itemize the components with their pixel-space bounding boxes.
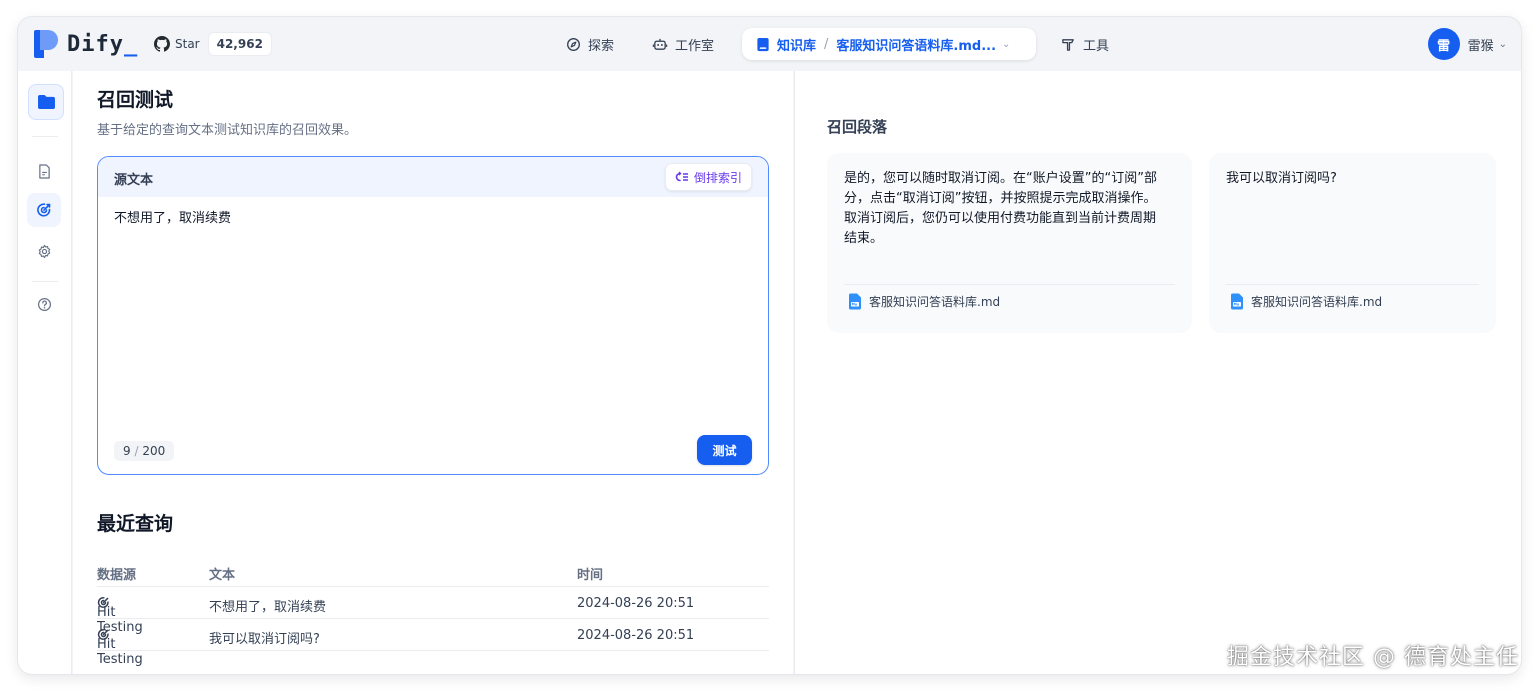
hit-testing-panel: 召回测试 基于给定的查询文本测试知识库的召回效果。 源文本 倒排索引 不想用了，… xyxy=(73,71,793,674)
sidebar-item-help[interactable] xyxy=(27,287,61,321)
query-textarea[interactable]: 不想用了，取消续费 xyxy=(114,207,231,226)
user-name: 雷猴 xyxy=(1467,38,1494,54)
github-icon xyxy=(154,36,170,52)
chevron-down-icon: ⌄ xyxy=(1498,38,1507,50)
sidebar-item-settings[interactable] xyxy=(27,234,61,268)
sidebar-divider xyxy=(32,136,58,137)
nav-studio[interactable]: 工作室 xyxy=(652,28,714,60)
sidebar-divider xyxy=(32,281,58,282)
top-nav: Dify_ Star 42,962 探索 工作室 知识库 / 客服知识问答语料库… xyxy=(18,17,1521,71)
test-button[interactable]: 测试 xyxy=(697,435,752,465)
page-description: 基于给定的查询文本测试知识库的召回效果。 xyxy=(97,123,358,138)
row-source: Hit Testing xyxy=(97,637,143,667)
github-star-button[interactable]: Star xyxy=(154,36,200,52)
chevron-down-icon[interactable]: ⌄ xyxy=(1002,39,1010,50)
help-circle-icon xyxy=(37,297,51,311)
source-text-label: 源文本 xyxy=(114,173,154,188)
dataset-sidebar xyxy=(18,71,72,674)
inverted-index-icon xyxy=(675,171,688,182)
retrieval-method-button[interactable]: 倒排索引 xyxy=(664,163,752,191)
source-text-box: 源文本 倒排索引 不想用了，取消续费 9 / 200 测试 xyxy=(97,156,769,475)
results-title: 召回段落 xyxy=(827,118,888,136)
char-counter: 9 / 200 xyxy=(114,441,175,461)
app-name: Dify xyxy=(67,31,124,57)
column-header-text: 文本 xyxy=(209,568,236,583)
char-count: 9 xyxy=(123,444,131,458)
robot-icon xyxy=(652,38,668,50)
dataset-folder-button[interactable] xyxy=(28,84,64,120)
page-title: 召回测试 xyxy=(97,89,174,111)
gear-icon xyxy=(38,244,50,258)
row-text: 不想用了，取消续费 xyxy=(209,600,327,615)
retrieval-method-label: 倒排索引 xyxy=(693,170,742,185)
column-header-time: 时间 xyxy=(577,568,604,583)
sidebar-item-hit-testing[interactable] xyxy=(27,193,61,227)
card-divider xyxy=(844,284,1175,285)
avatar: 雷 xyxy=(1427,28,1460,60)
column-header-source: 数据源 xyxy=(97,568,137,583)
table-header: 数据源 文本 时间 xyxy=(97,555,769,587)
user-menu[interactable]: 雷 雷猴 ⌄ xyxy=(1427,28,1507,60)
results-panel: 召回段落 是的，您可以随时取消订阅。在“账户设置”的“订阅”部分，点击“取消订阅… xyxy=(794,71,1521,674)
book-icon xyxy=(757,37,769,51)
document-icon xyxy=(38,163,50,179)
result-document-name: 客服知识问答语料库.md xyxy=(1251,295,1383,309)
compass-icon xyxy=(567,37,580,51)
nav-knowledge[interactable]: 知识库 / 客服知识问答语料库.md... ⌄ xyxy=(742,28,1036,60)
card-divider xyxy=(1226,284,1479,285)
nav-knowledge-label: 知识库 xyxy=(777,38,817,54)
breadcrumb-separator: / xyxy=(824,36,829,52)
char-limit: 200 xyxy=(142,444,166,458)
result-document-name: 客服知识问答语料库.md xyxy=(869,295,1001,309)
sidebar-item-documents[interactable] xyxy=(27,154,61,188)
recent-queries-table: 数据源 文本 时间 Hit Testing 不想用了，取消续费 2024-08-… xyxy=(97,555,769,667)
result-content: 是的，您可以随时取消订阅。在“账户设置”的“订阅”部分，点击“取消订阅”按钮，并… xyxy=(844,171,1157,246)
nav-tools[interactable]: 工具 xyxy=(1061,28,1109,60)
hammer-icon xyxy=(1062,38,1074,51)
dify-logo[interactable]: Dify_ xyxy=(34,29,138,59)
source-text-header: 源文本 倒排索引 xyxy=(98,157,768,197)
nav-studio-label: 工作室 xyxy=(675,38,715,54)
github-star[interactable]: Star 42,962 xyxy=(154,31,272,57)
current-dataset-name[interactable]: 客服知识问答语料库.md... xyxy=(836,35,996,54)
table-row[interactable]: Hit Testing 我可以取消订阅吗? 2024-08-26 20:51 xyxy=(97,619,769,667)
dify-logo-icon xyxy=(34,30,58,58)
watermark: 掘金技术社区 @ 德育处主任 xyxy=(1227,645,1519,670)
recent-queries-title: 最近查询 xyxy=(97,513,174,535)
result-card[interactable]: 我可以取消订阅吗? 客服知识问答语料库.md xyxy=(1209,153,1496,333)
table-row[interactable]: Hit Testing 不想用了，取消续费 2024-08-26 20:51 xyxy=(97,587,769,635)
result-document: 客服知识问答语料库.md xyxy=(848,293,1000,310)
result-card[interactable]: 是的，您可以随时取消订阅。在“账户设置”的“订阅”部分，点击“取消订阅”按钮，并… xyxy=(827,153,1192,333)
folder-icon xyxy=(37,94,55,110)
target-icon xyxy=(37,203,51,217)
row-time: 2024-08-26 20:51 xyxy=(577,596,695,611)
app-window: Dify_ Star 42,962 探索 工作室 知识库 / 客服知识问答语料库… xyxy=(18,17,1521,674)
result-content: 我可以取消订阅吗? xyxy=(1226,171,1337,186)
markdown-file-icon xyxy=(1231,293,1243,310)
result-document: 客服知识问答语料库.md xyxy=(1230,293,1382,310)
logo-cursor: _ xyxy=(123,31,139,57)
markdown-file-icon xyxy=(849,293,861,310)
row-text: 我可以取消订阅吗? xyxy=(209,632,320,647)
nav-explore[interactable]: 探索 xyxy=(566,28,614,60)
row-time: 2024-08-26 20:51 xyxy=(577,628,695,643)
github-star-count: 42,962 xyxy=(207,32,272,56)
nav-tools-label: 工具 xyxy=(1083,38,1110,54)
nav-explore-label: 探索 xyxy=(588,38,615,54)
github-star-label: Star xyxy=(175,37,200,51)
